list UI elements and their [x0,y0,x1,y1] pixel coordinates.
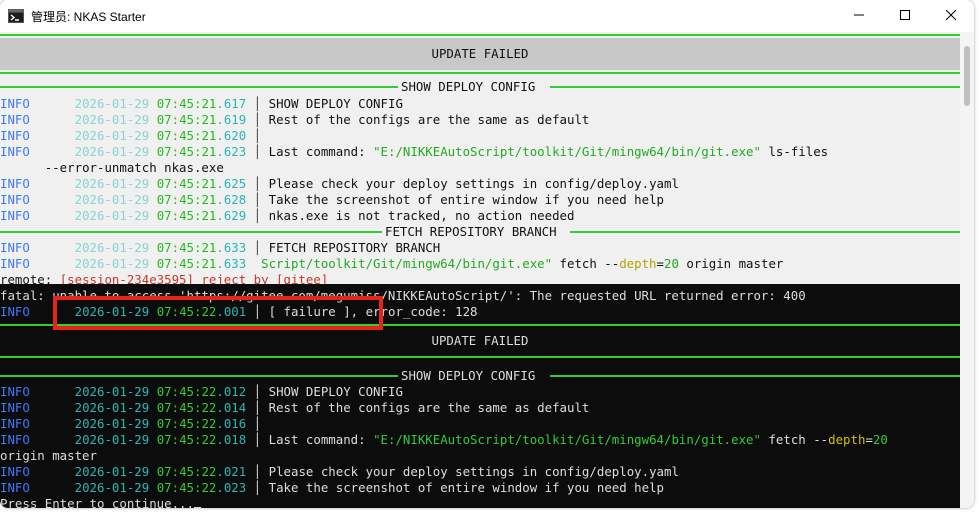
console-output[interactable]: UPDATE FAILED SHOW DEPLOY CONFIG INFO 20… [0,32,960,508]
close-icon [945,9,957,23]
annotation-highlight-box [53,296,383,330]
minimize-button[interactable] [836,0,882,32]
log-row: INFO 2026-01-29 07:45:21.620 │ [0,128,262,143]
log-row: INFO 2026-01-29 07:45:21.625 │ Please ch… [0,176,679,191]
log-row: INFO 2026-01-29 07:45:21.633 │ FETCH REP… [0,240,441,255]
update-failed-text: UPDATE FAILED [431,333,529,348]
log-row: INFO 2026-01-29 07:45:22.014 │ Rest of t… [0,400,590,415]
maximize-button[interactable] [882,0,928,32]
log-continuation: --error-unmatch nkas.exe [44,160,224,175]
log-row: INFO 2026-01-29 07:45:22.023 │ Take the … [0,480,664,495]
window-title: 管理员: NKAS Starter [31,9,146,24]
console-light-region: UPDATE FAILED SHOW DEPLOY CONFIG INFO 20… [0,32,960,287]
close-button[interactable] [928,0,974,32]
terminal-icon [8,8,24,24]
log-row: INFO 2026-01-29 07:45:22.012 │ SHOW DEPL… [0,384,403,399]
console-window: 管理员: NKAS Starter UPDATE FAILED SHOW DEP… [0,0,974,508]
rule-line [0,34,960,36]
section-rule-label: SHOW DEPLOY CONFIG [401,79,536,94]
log-row: INFO 2026-01-29 07:45:21.633 Script/tool… [0,256,784,271]
update-failed-text: UPDATE FAILED [431,46,529,61]
log-row: INFO 2026-01-29 07:45:21.623 │ Last comm… [0,144,829,159]
section-rule: SHOW DEPLOY CONFIG [0,79,960,95]
maximize-icon [900,9,910,23]
log-row: INFO 2026-01-29 07:45:22.016 │ [0,416,262,431]
title-bar[interactable]: 管理员: NKAS Starter [0,0,974,32]
scrollbar-thumb[interactable] [964,46,970,106]
cursor [193,507,201,508]
log-continuation: origin master [0,448,97,463]
section-rule: SHOW DEPLOY CONFIG [0,368,960,384]
continue-prompt[interactable]: Press Enter to continue... [0,496,960,508]
log-row: INFO 2026-01-29 07:45:21.629 │ nkas.exe … [0,208,575,223]
log-row: INFO 2026-01-29 07:45:21.628 │ Take the … [0,192,664,207]
minimize-icon [854,9,864,23]
vertical-scrollbar[interactable] [960,32,974,508]
log-row: INFO 2026-01-29 07:45:21.617 │ SHOW DEPL… [0,96,403,111]
rule-line [0,72,960,74]
rule-line [0,356,960,358]
section-rule-label: SHOW DEPLOY CONFIG [401,368,536,383]
section-rule-label: FETCH REPOSITORY BRANCH [385,224,557,239]
update-failed-banner: UPDATE FAILED [0,328,960,354]
log-row: INFO 2026-01-29 07:45:21.619 │ Rest of t… [0,112,590,127]
update-failed-banner: UPDATE FAILED [0,38,960,70]
section-rule: FETCH REPOSITORY BRANCH [0,224,960,240]
log-row: INFO 2026-01-29 07:45:22.021 │ Please ch… [0,464,679,479]
log-row: INFO 2026-01-29 07:45:22.018 │ Last comm… [0,432,888,447]
